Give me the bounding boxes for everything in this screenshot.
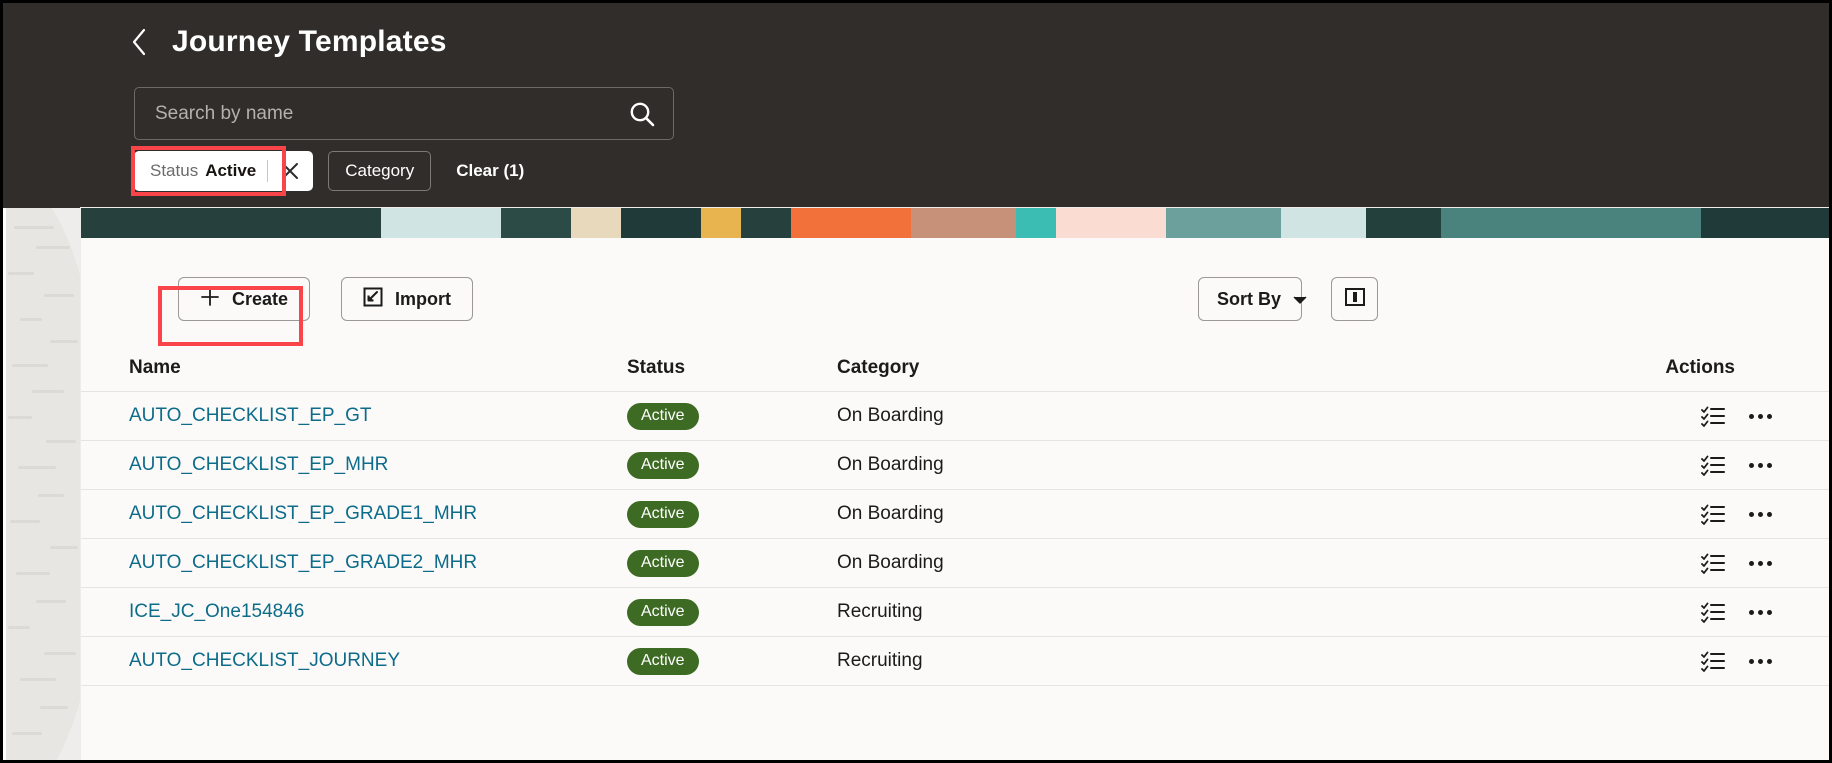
checklist-icon[interactable] [1701, 405, 1725, 427]
journey-template-link[interactable]: AUTO_CHECKLIST_EP_GRADE2_MHR [129, 552, 477, 573]
journey-template-link[interactable]: AUTO_CHECKLIST_EP_GRADE1_MHR [129, 503, 477, 524]
search-input[interactable] [155, 102, 627, 125]
sort-by-button[interactable]: Sort By [1198, 277, 1307, 321]
table-row: AUTO_CHECKLIST_JOURNEY Active Recruiting [81, 637, 1829, 686]
journey-templates-table: Name Status Category Actions AUTO_CHECKL… [81, 344, 1829, 686]
checklist-icon[interactable] [1701, 503, 1725, 525]
panel-layout-toggle[interactable] [1331, 277, 1378, 321]
category-text: On Boarding [837, 454, 944, 475]
category-text: Recruiting [837, 601, 923, 622]
table-row: AUTO_CHECKLIST_EP_GRADE2_MHR Active On B… [81, 539, 1829, 588]
chip-divider [267, 160, 269, 182]
import-button-label: Import [395, 288, 451, 309]
title-row: Journey Templates [128, 25, 447, 59]
more-options-icon[interactable] [1749, 560, 1772, 566]
category-text: On Boarding [837, 552, 944, 573]
content-card: Create Import Sort By Name Status Catego… [81, 208, 1829, 760]
import-arrow-icon [363, 287, 383, 312]
split-panel-icon [1344, 286, 1366, 313]
journey-template-link[interactable]: AUTO_CHECKLIST_JOURNEY [129, 650, 400, 671]
search-bar[interactable] [134, 87, 674, 140]
more-options-icon[interactable] [1749, 462, 1772, 468]
clear-filters-button[interactable]: Clear (1) [456, 161, 524, 181]
checklist-icon[interactable] [1701, 454, 1725, 476]
filter-chip-row: Status Active Category Clear (1) [134, 151, 524, 191]
status-badge: Active [627, 451, 699, 479]
category-text: On Boarding [837, 405, 944, 426]
column-header-category: Category [837, 356, 920, 378]
filter-button-category[interactable]: Category [328, 151, 432, 191]
checklist-icon[interactable] [1701, 650, 1725, 672]
more-options-icon[interactable] [1749, 658, 1772, 664]
create-button-label: Create [232, 288, 289, 309]
table-row: AUTO_CHECKLIST_EP_MHR Active On Boarding [81, 441, 1829, 490]
table-row: AUTO_CHECKLIST_EP_GT Active On Boarding [81, 392, 1829, 441]
status-badge: Active [627, 598, 699, 626]
search-icon[interactable] [627, 99, 657, 129]
filter-chip-status[interactable]: Status Active [134, 151, 314, 191]
close-icon[interactable] [279, 160, 301, 182]
chevron-down-icon [1293, 289, 1307, 310]
status-badge: Active [627, 500, 699, 528]
filter-chip-status-value: Active [205, 161, 257, 180]
more-options-icon[interactable] [1749, 609, 1772, 615]
category-text: On Boarding [837, 503, 944, 524]
checklist-icon[interactable] [1701, 601, 1725, 623]
app-header: Journey Templates Status Active [3, 3, 1829, 208]
banner-illustration [81, 208, 1829, 238]
table-row: ICE_JC_One154846 Active Recruiting [81, 588, 1829, 637]
journey-template-link[interactable]: AUTO_CHECKLIST_EP_GT [129, 405, 372, 426]
table-toolbar: Create Import Sort By [81, 238, 1829, 344]
more-options-icon[interactable] [1749, 511, 1772, 517]
table-row: AUTO_CHECKLIST_EP_GRADE1_MHR Active On B… [81, 490, 1829, 539]
checklist-icon[interactable] [1701, 552, 1725, 574]
status-badge: Active [627, 647, 699, 675]
create-button[interactable]: Create [178, 277, 311, 321]
plus-icon [200, 287, 220, 312]
column-header-status: Status [627, 356, 686, 378]
column-header-name: Name [129, 356, 181, 378]
journey-template-link[interactable]: AUTO_CHECKLIST_EP_MHR [129, 454, 388, 475]
chevron-left-icon[interactable] [128, 25, 150, 59]
page-title: Journey Templates [172, 25, 447, 58]
sort-by-label: Sort By [1217, 288, 1282, 309]
journey-template-link[interactable]: ICE_JC_One154846 [129, 601, 304, 622]
category-text: Recruiting [837, 650, 923, 671]
import-button[interactable]: Import [341, 277, 473, 321]
filter-chip-status-label: Status [150, 161, 199, 180]
column-header-actions: Actions [1665, 356, 1735, 378]
more-options-icon[interactable] [1749, 413, 1772, 419]
table-header-row: Name Status Category Actions [81, 344, 1829, 392]
app-window: Journey Templates Status Active [0, 0, 1832, 763]
status-badge: Active [627, 402, 699, 430]
decorative-texture-panel [6, 208, 84, 760]
status-badge: Active [627, 549, 699, 577]
